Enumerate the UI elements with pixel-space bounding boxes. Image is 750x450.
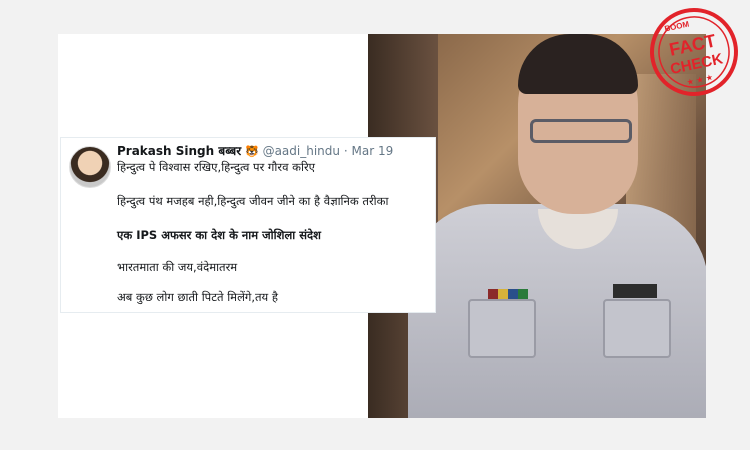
user-avatar[interactable] bbox=[69, 146, 111, 188]
name-tag bbox=[613, 284, 657, 298]
tweet-text-line: भारतमाता की जय,वंदेमातरम bbox=[117, 260, 238, 274]
display-name[interactable]: Prakash Singh बब्बर bbox=[117, 144, 241, 158]
tweet-text-line: एक IPS अफसर का देश के नाम जोशिला संदेश bbox=[117, 228, 321, 242]
officer-hair bbox=[518, 34, 638, 94]
medal-ribbons bbox=[488, 289, 528, 299]
fact-check-stamp-icon: BOOM FACT CHECK ★ ★ ★ bbox=[650, 8, 738, 96]
left-pocket bbox=[468, 299, 536, 358]
tweet-header: Prakash Singh बब्बर 🐯 @aadi_hindu · Mar … bbox=[117, 142, 432, 160]
tweet-date[interactable]: Mar 19 bbox=[351, 144, 393, 158]
user-handle[interactable]: @aadi_hindu bbox=[263, 144, 340, 158]
stamp-stars: ★ ★ ★ bbox=[686, 73, 714, 87]
separator-dot: · bbox=[343, 144, 348, 158]
tweet-text-line: अब कुछ लोग छाती पिटते मिलेंगे,तय है bbox=[117, 290, 278, 304]
right-pocket bbox=[603, 299, 671, 358]
tweet-text-line: हिन्दुत्व पंथ मजहब नही,हिन्दुत्व जीवन जी… bbox=[117, 194, 389, 208]
tweet-text-line: हिन्दुत्व पे विश्वास रखिए,हिन्दुत्व पर ग… bbox=[117, 160, 316, 174]
tiger-emoji-icon: 🐯 bbox=[245, 145, 259, 158]
eyeglasses bbox=[530, 119, 632, 143]
thumbnail-canvas: Prakash Singh बब्बर 🐯 @aadi_hindu · Mar … bbox=[0, 0, 750, 450]
tweet-card[interactable]: Prakash Singh बब्बर 🐯 @aadi_hindu · Mar … bbox=[60, 137, 436, 313]
